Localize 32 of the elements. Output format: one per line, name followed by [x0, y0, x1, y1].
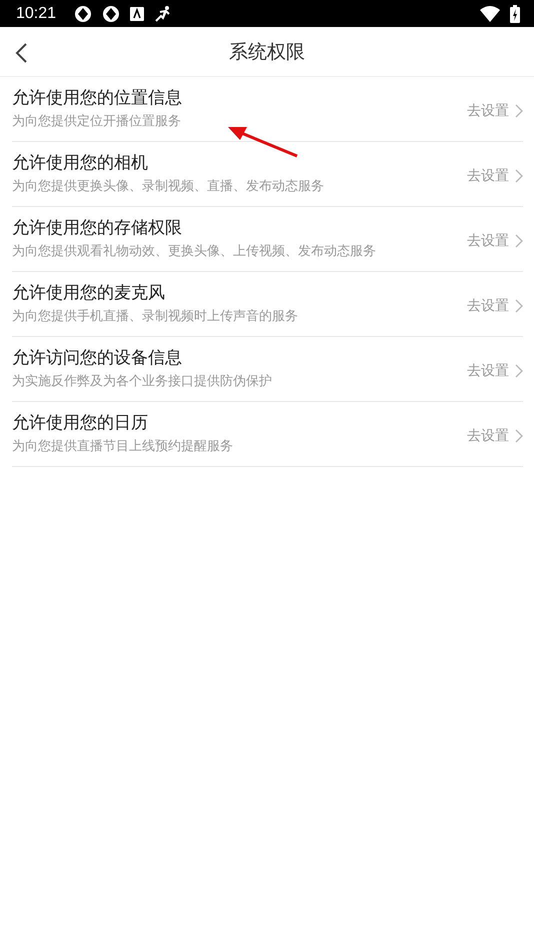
permission-title: 允许访问您的设备信息	[12, 348, 182, 368]
chevron-right-icon	[515, 299, 523, 313]
chevron-right-icon	[515, 169, 523, 183]
chevron-right-icon	[515, 234, 523, 248]
aperture-icon	[102, 4, 120, 22]
wifi-icon	[480, 6, 500, 22]
aperture-icon	[74, 4, 92, 22]
chevron-right-icon	[515, 104, 523, 118]
page-title: 系统权限	[229, 40, 305, 64]
go-settings-link[interactable]: 去设置	[467, 232, 523, 250]
permission-title: 允许使用您的位置信息	[12, 88, 182, 108]
chevron-right-icon	[515, 364, 523, 378]
permission-description: 为向您提供定位开播位置服务	[12, 114, 181, 130]
permission-title: 允许使用您的存储权限	[12, 218, 182, 238]
go-settings-link[interactable]: 去设置	[467, 362, 523, 380]
app-icon	[130, 6, 144, 20]
permission-title: 允许使用您的相机	[12, 153, 148, 173]
go-settings-link[interactable]: 去设置	[467, 167, 523, 185]
permission-description: 为向您提供手机直播、录制视频时上传声音的服务	[12, 309, 298, 325]
go-settings-link[interactable]: 去设置	[467, 102, 523, 120]
go-settings-link[interactable]: 去设置	[467, 297, 523, 315]
go-settings-link[interactable]: 去设置	[467, 427, 523, 445]
permission-title: 允许使用您的日历	[12, 413, 148, 433]
permission-title: 允许使用您的麦克风	[12, 283, 165, 303]
permission-description: 为实施反作弊及为各个业务接口提供防伪保护	[12, 374, 272, 390]
permission-description: 为向您提供更换头像、录制视频、直播、发布动态服务	[12, 179, 324, 195]
running-figure-icon	[154, 4, 172, 22]
battery-icon	[510, 4, 520, 22]
chevron-right-icon	[515, 429, 523, 443]
status-time: 10:21	[16, 4, 56, 22]
permission-description: 为向您提供直播节目上线预约提醒服务	[12, 439, 233, 455]
permission-description: 为向您提供观看礼物动效、更换头像、上传视频、发布动态服务	[12, 244, 376, 260]
